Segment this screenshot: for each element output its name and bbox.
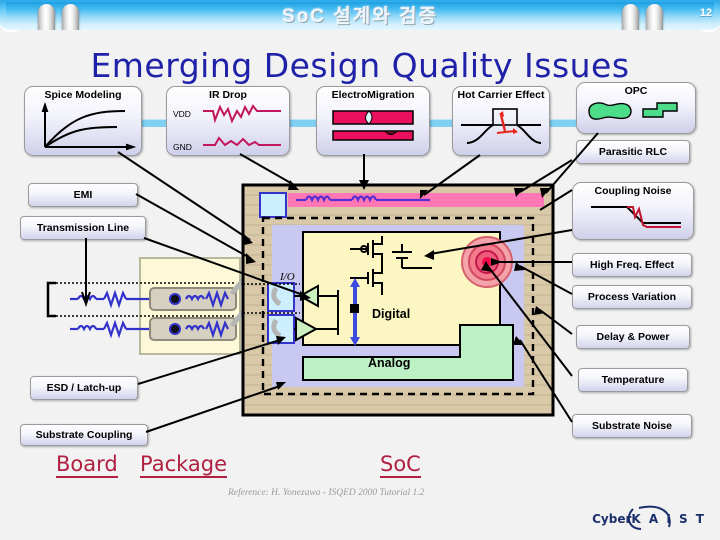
cyber-kaist-logo: Cyber K A I S T: [592, 505, 706, 532]
region-package: Package: [140, 452, 228, 478]
board-bracket: [46, 281, 56, 318]
package-pin: [169, 323, 181, 335]
analog-label: Analog: [368, 356, 410, 370]
digital-label: Digital: [372, 307, 410, 321]
package-pin: [169, 293, 181, 305]
region-soc: SoC: [380, 452, 421, 478]
logo-prefix: Cyber: [592, 512, 632, 526]
logo-arc-icon: [628, 505, 672, 530]
power-pad: [259, 192, 287, 218]
io-label: I/O: [279, 271, 295, 283]
region-board: Board: [56, 452, 118, 478]
slide-canvas: SoC 설계와 검증 12 Emerging Design Quality Is…: [0, 0, 720, 540]
reference-note: Reference: H. Yonezawa - ISQED 2000 Tuto…: [228, 488, 425, 498]
